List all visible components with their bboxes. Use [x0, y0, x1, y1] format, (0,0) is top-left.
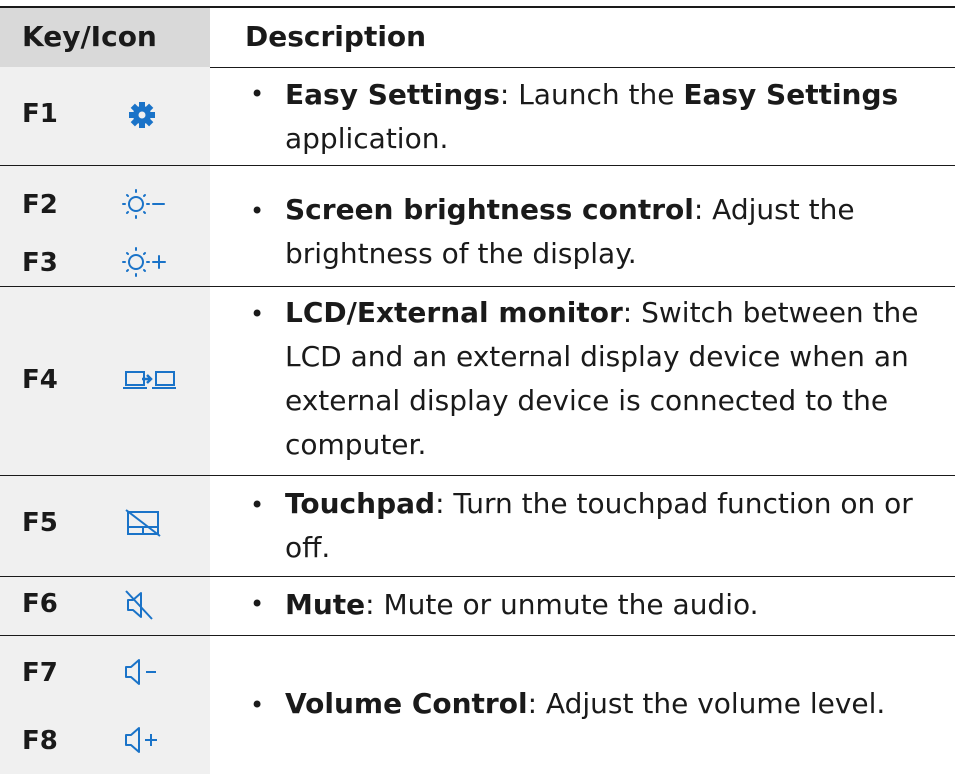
table-row: F2 F3 • Screen brightness control: Adjus… — [0, 166, 955, 287]
key-f1: F1 — [22, 99, 58, 129]
mute-icon — [122, 587, 170, 623]
gear-icon — [122, 97, 170, 133]
bullet: • — [250, 80, 265, 108]
description-easy-settings: Easy Settings: Launch the Easy Settings … — [285, 78, 899, 155]
bullet: • — [250, 590, 265, 618]
table-row: F6 • Mute: Mute or unmute the audio. — [0, 577, 955, 636]
key-f2: F2 — [22, 190, 58, 220]
table-row: F4 • LCD/External monitor: Switch betwee… — [0, 287, 955, 476]
description-touchpad: Touchpad: Turn the touchpad function on … — [285, 487, 913, 564]
bullet: • — [250, 491, 265, 519]
bullet: • — [250, 691, 265, 719]
table-row: F5 • Touchpad: Turn the touchpad functio… — [0, 476, 955, 577]
table-header: Key/Icon Description — [0, 6, 955, 68]
table-row: F7 F8 • Volume Control: Adjust the volum… — [0, 636, 955, 774]
volume-down-icon — [122, 654, 170, 690]
volume-up-icon — [122, 722, 170, 758]
table-row: F1 • Easy Settings: Launch the Easy Sett… — [0, 67, 955, 166]
key-f7: F7 — [22, 658, 58, 688]
bullet: • — [250, 197, 265, 225]
header-key-label: Key/Icon — [22, 20, 157, 53]
brightness-up-icon — [122, 244, 170, 280]
description-lcd-external-monitor: LCD/External monitor: Switch between the… — [285, 296, 919, 461]
lcd-external-monitor-icon — [122, 363, 176, 399]
description-mute: Mute: Mute or unmute the audio. — [285, 588, 759, 621]
key-f5: F5 — [22, 508, 58, 538]
touchpad-off-icon — [122, 506, 170, 542]
brightness-down-icon — [122, 186, 170, 222]
header-key-cell: Key/Icon — [0, 8, 210, 67]
key-f4: F4 — [22, 365, 58, 395]
key-f8: F8 — [22, 726, 58, 756]
bullet: • — [250, 300, 265, 328]
header-description-label: Description — [245, 20, 427, 53]
key-f3: F3 — [22, 248, 58, 278]
description-brightness: Screen brightness control: Adjust the br… — [285, 193, 855, 270]
description-volume-control: Volume Control: Adjust the volume level. — [285, 687, 886, 720]
key-f6: F6 — [22, 589, 58, 619]
